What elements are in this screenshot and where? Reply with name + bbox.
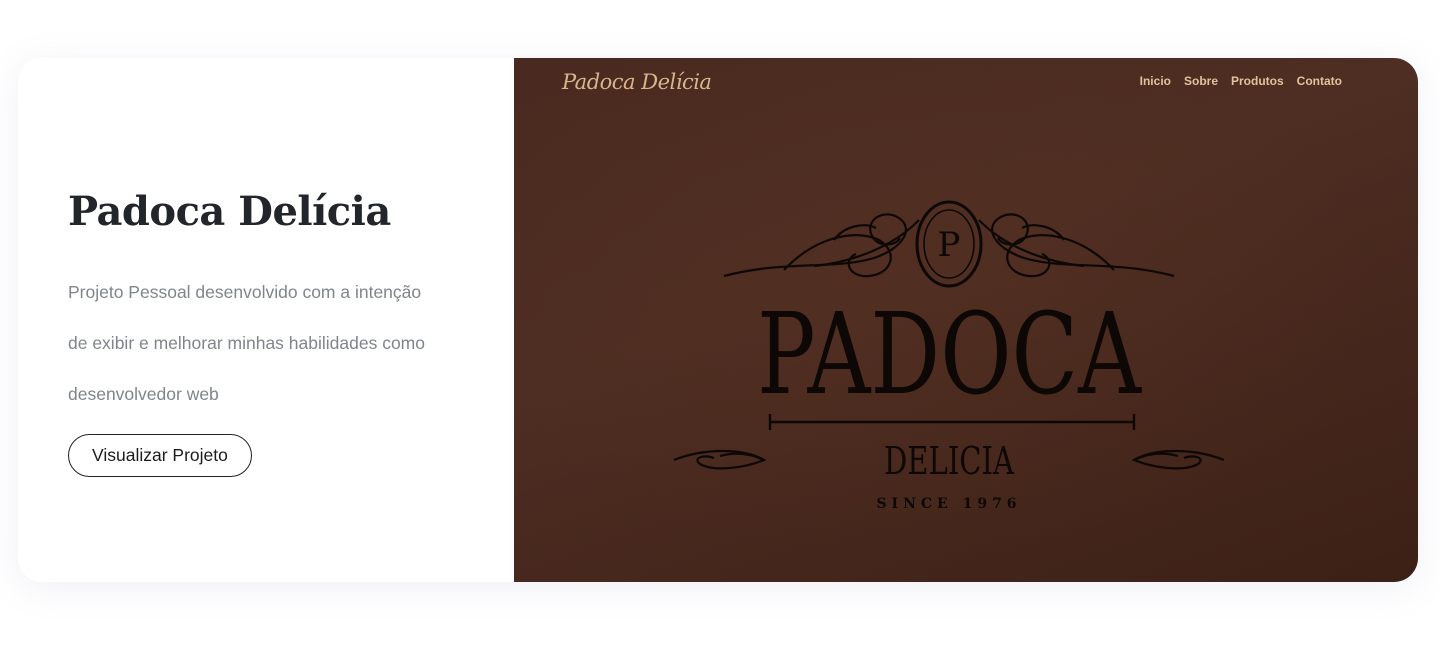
- emblem-since: SINCE 1976: [876, 496, 1021, 512]
- preview-nav: Inicio Sobre Produtos Contato: [1140, 74, 1342, 88]
- project-preview-screenshot[interactable]: Padoca Delícia Inicio Sobre Produtos Con…: [514, 58, 1418, 582]
- project-description: Projeto Pessoal desenvolvido com a inten…: [68, 267, 468, 420]
- project-info: Padoca Delícia Projeto Pessoal desenvolv…: [18, 58, 514, 582]
- project-title: Padoca Delícia: [68, 188, 391, 235]
- description-line: desenvolvedor web: [68, 384, 219, 404]
- emblem-monogram: P: [938, 225, 961, 265]
- preview-nav-contato[interactable]: Contato: [1297, 74, 1342, 88]
- preview-nav-produtos[interactable]: Produtos: [1231, 74, 1284, 88]
- project-card: Padoca Delícia Projeto Pessoal desenvolv…: [18, 58, 1418, 582]
- view-project-button[interactable]: Visualizar Projeto: [68, 434, 252, 477]
- preview-nav-inicio[interactable]: Inicio: [1140, 74, 1171, 88]
- emblem-word: PADOCA: [757, 290, 1142, 420]
- preview-nav-sobre[interactable]: Sobre: [1184, 74, 1218, 88]
- description-line: Projeto Pessoal desenvolvido com a inten…: [68, 282, 422, 302]
- padoca-emblem: P PADOCA DELICIA SINCE 1976: [673, 200, 1225, 512]
- preview-logo: Padoca Delícia: [562, 70, 712, 94]
- emblem-sub: DELICIA: [884, 439, 1014, 483]
- description-line: de exibir e melhorar minhas habilidades …: [68, 333, 425, 353]
